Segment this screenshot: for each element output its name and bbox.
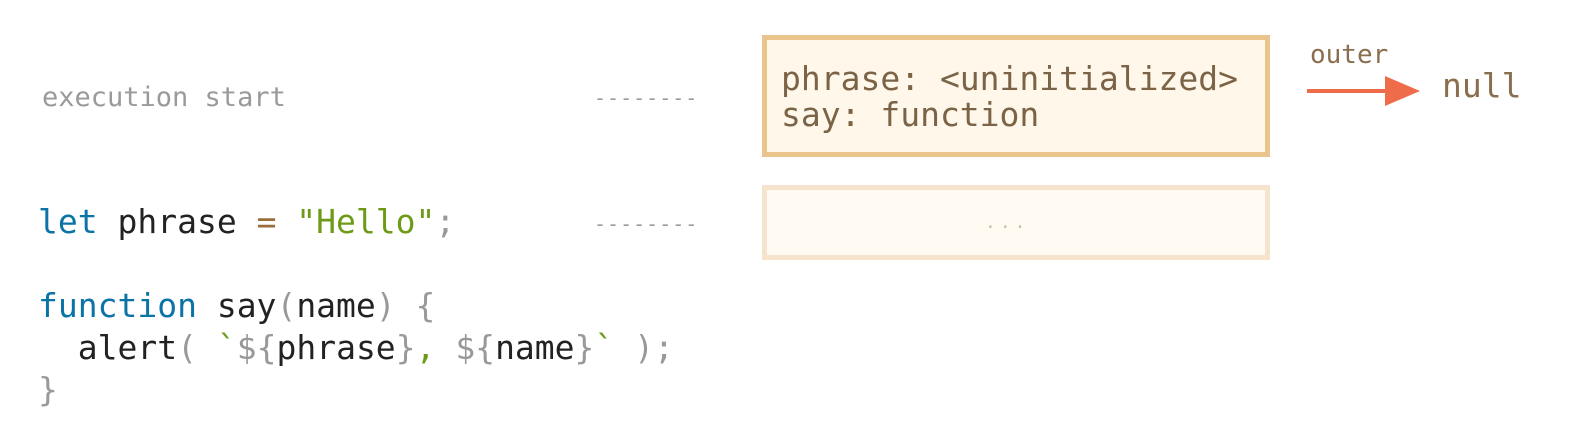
future-environment-box: ...	[762, 185, 1270, 260]
brace-open: {	[395, 286, 436, 325]
outer-null-value: null	[1442, 66, 1522, 105]
interp-close-1: }	[395, 328, 416, 367]
alert-call: alert	[77, 328, 178, 367]
interp-var-phrase: phrase	[276, 328, 396, 367]
env-phrase-entry: phrase: <uninitialized>	[781, 59, 1238, 98]
code-let-line: let phrase = "Hello";	[38, 202, 455, 242]
code-close-brace: }	[38, 370, 58, 409]
template-separator: ,	[415, 328, 456, 367]
execution-start-connector: --------	[594, 86, 699, 110]
template-tick-close: `	[594, 328, 615, 367]
hello-string: "Hello"	[276, 202, 436, 241]
param-name: name	[296, 286, 376, 325]
alert-paren-close: );	[614, 328, 674, 367]
lexical-environment-box: phrase: <uninitialized> say: function	[762, 35, 1270, 157]
assign-operator: =	[256, 202, 277, 241]
env-say-entry: say: function	[781, 95, 1040, 134]
let-phrase-connector: --------	[594, 212, 699, 236]
template-tick-open: `	[216, 328, 237, 367]
outer-label: outer	[1310, 40, 1389, 70]
interp-close-2: }	[574, 328, 595, 367]
let-keyword: let	[38, 202, 98, 241]
interp-open-1: ${	[236, 328, 277, 367]
ellipsis: ...	[985, 212, 1030, 233]
semicolon: ;	[435, 202, 456, 241]
code-alert-line: alert( `${phrase}, ${name}` );	[38, 328, 674, 368]
function-name: say	[196, 286, 277, 325]
interp-var-name: name	[495, 328, 575, 367]
code-function-line: function say(name) {	[38, 286, 435, 326]
function-keyword: function	[38, 286, 197, 325]
execution-start-label: execution start	[42, 82, 286, 113]
paren-close: )	[375, 286, 396, 325]
paren-open: (	[276, 286, 297, 325]
phrase-identifier: phrase	[97, 202, 257, 241]
alert-paren-open: (	[177, 328, 217, 367]
right-arrow-icon	[1307, 76, 1420, 106]
interp-open-2: ${	[455, 328, 496, 367]
